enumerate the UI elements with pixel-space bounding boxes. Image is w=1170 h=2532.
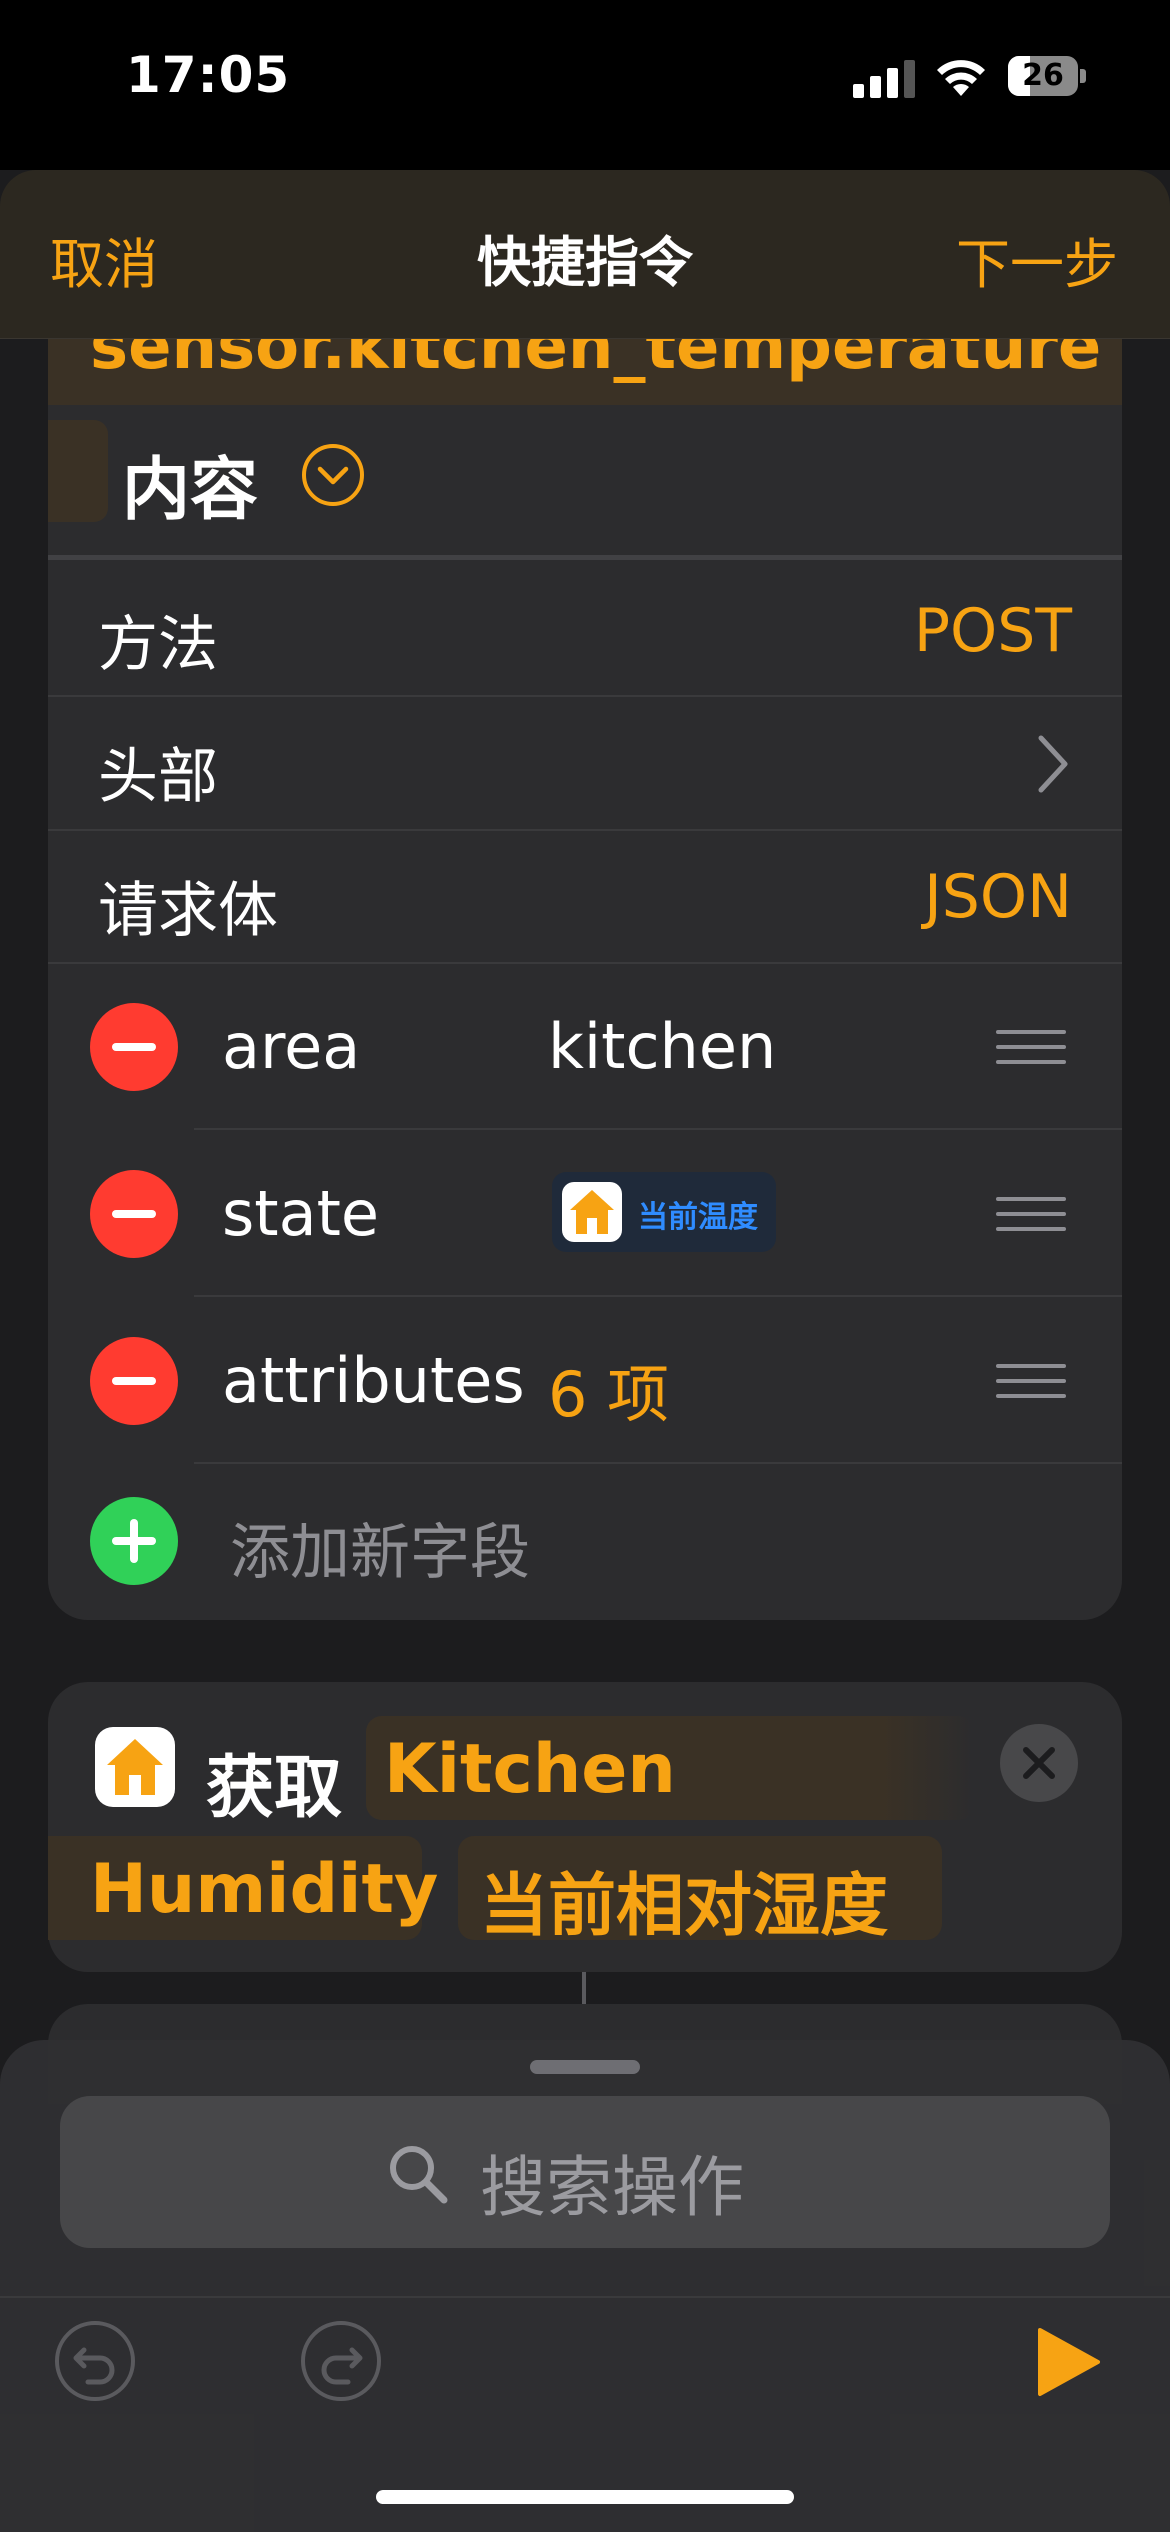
method-label: 方法	[98, 610, 218, 680]
row-divider	[194, 1128, 1122, 1130]
status-time: 17:05	[126, 46, 291, 104]
variable-token-stub[interactable]	[48, 420, 108, 522]
add-field-button[interactable]	[90, 1497, 178, 1585]
add-field-label[interactable]: 添加新字段	[230, 1504, 530, 1591]
field-key[interactable]: state	[222, 1177, 379, 1250]
search-icon	[390, 2146, 448, 2204]
content-label[interactable]: 内容	[122, 434, 258, 533]
body-value[interactable]: JSON	[924, 862, 1072, 932]
field-key[interactable]: area	[222, 1010, 360, 1083]
device-token-text: Kitchen	[384, 1730, 676, 1809]
action-verb: 获取	[206, 1749, 343, 1828]
battery-level: 26	[1022, 58, 1064, 93]
row-divider	[48, 829, 1122, 831]
field-value[interactable]: kitchen	[548, 1010, 776, 1083]
body-label: 请求体	[98, 876, 278, 946]
remove-field-button[interactable]	[90, 1003, 178, 1091]
field-key[interactable]: attributes	[222, 1344, 525, 1417]
battery-icon: 26	[1008, 56, 1086, 98]
drag-handle-icon[interactable]	[996, 1197, 1066, 1233]
panel-grabber[interactable]	[530, 2060, 640, 2074]
wifi-icon	[937, 60, 985, 96]
row-divider	[194, 1462, 1122, 1464]
chevron-right-icon[interactable]	[1036, 734, 1070, 794]
home-icon	[562, 1182, 622, 1242]
search-placeholder: 搜索操作	[480, 2149, 744, 2226]
home-icon	[95, 1727, 175, 1807]
device-token-text: Humidity	[90, 1850, 439, 1929]
state-token-text: 当前温度	[638, 1200, 758, 1235]
row-divider	[48, 962, 1122, 964]
chevron-down-circle-icon[interactable]	[300, 442, 366, 508]
signal-icon	[853, 60, 915, 98]
action-connector	[582, 1972, 586, 2004]
close-icon[interactable]	[1000, 1724, 1078, 1802]
play-icon[interactable]	[1036, 2326, 1102, 2398]
undo-icon[interactable]	[54, 2320, 136, 2402]
home-indicator[interactable]	[376, 2490, 794, 2504]
redo-icon[interactable]	[300, 2320, 382, 2402]
property-token-text: 当前相对湿度	[480, 1867, 889, 1946]
field-value[interactable]: 6 项	[548, 1344, 669, 1434]
drag-handle-icon[interactable]	[996, 1364, 1066, 1400]
row-divider	[48, 695, 1122, 697]
drag-handle-icon[interactable]	[996, 1030, 1066, 1066]
toolbar-divider	[0, 2296, 1170, 2298]
section-divider	[48, 555, 1122, 560]
row-divider	[194, 1295, 1122, 1297]
remove-field-button[interactable]	[90, 1170, 178, 1258]
remove-field-button[interactable]	[90, 1337, 178, 1425]
next-button[interactable]: 下一步	[956, 220, 1118, 299]
method-value[interactable]: POST	[914, 596, 1072, 666]
headers-label[interactable]: 头部	[98, 728, 218, 815]
